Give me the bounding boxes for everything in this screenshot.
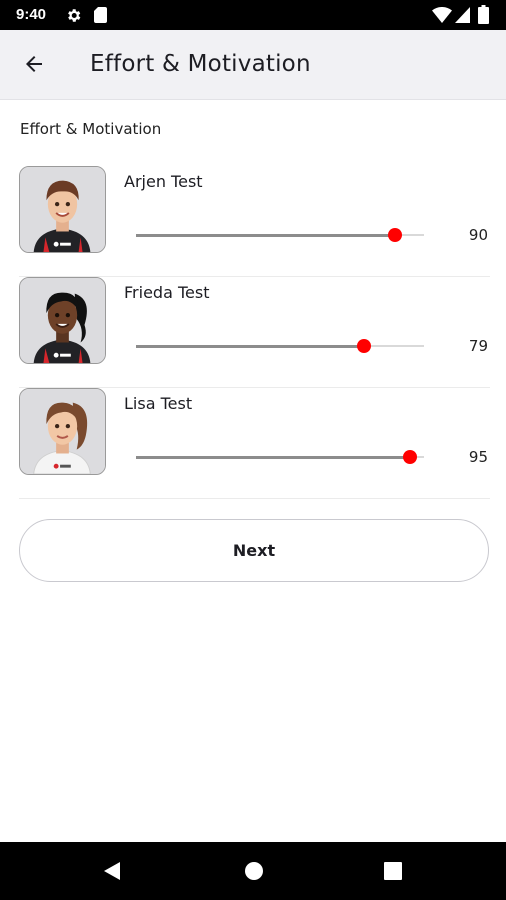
wifi-icon <box>432 7 452 23</box>
player-row: Arjen Test 90 <box>19 166 490 277</box>
avatar-male-dark-shirt-icon <box>20 167 105 252</box>
slider-thumb[interactable] <box>356 339 371 353</box>
status-bar: 9:40 <box>0 0 506 30</box>
effort-slider[interactable] <box>136 336 424 356</box>
slider-thumb[interactable] <box>388 228 403 242</box>
player-name: Lisa Test <box>124 394 193 413</box>
status-time: 9:40 <box>16 6 47 23</box>
next-button[interactable]: Next <box>19 519 489 582</box>
player-value: 79 <box>468 337 488 355</box>
sd-card-icon <box>94 7 107 23</box>
player-value: 95 <box>468 448 488 466</box>
avatar-female-dark-shirt-icon <box>20 278 105 363</box>
section-label: Effort & Motivation <box>20 120 162 138</box>
avatar <box>19 277 106 364</box>
slider-thumb[interactable] <box>402 450 417 464</box>
avatar-female-white-shirt-icon <box>20 389 105 474</box>
slider-fill <box>136 345 364 348</box>
arrow-left-icon <box>26 56 42 72</box>
nav-recents-icon[interactable] <box>384 862 402 880</box>
effort-slider[interactable] <box>136 225 424 245</box>
slider-fill <box>136 234 396 237</box>
next-button-label: Next <box>232 541 276 560</box>
battery-icon <box>478 5 489 24</box>
player-value: 90 <box>468 226 488 244</box>
nav-home-icon[interactable] <box>244 861 264 881</box>
avatar <box>19 388 106 475</box>
effort-slider[interactable] <box>136 447 424 467</box>
avatar <box>19 166 106 253</box>
player-name: Arjen Test <box>124 172 203 191</box>
slider-fill <box>136 456 410 459</box>
nav-back-icon[interactable] <box>102 861 122 881</box>
page-title: Effort & Motivation <box>90 51 311 77</box>
player-row: Frieda Test 79 <box>19 277 490 388</box>
back-button[interactable] <box>14 44 54 84</box>
player-row: Lisa Test 95 <box>19 388 490 499</box>
navigation-bar <box>0 842 506 900</box>
signal-icon <box>455 7 470 23</box>
player-name: Frieda Test <box>124 283 210 302</box>
screen: 9:40 Effort & Motivation Effort & Motiva… <box>0 0 506 900</box>
gear-icon <box>68 9 81 22</box>
app-bar: Effort & Motivation <box>0 30 506 100</box>
